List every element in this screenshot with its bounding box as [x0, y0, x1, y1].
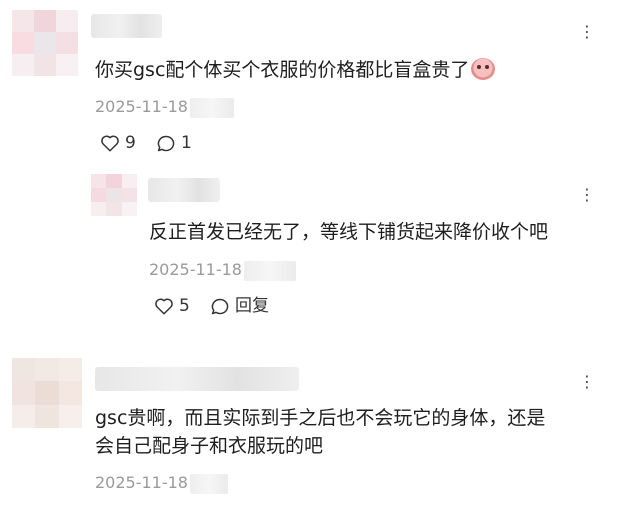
heart-icon: [101, 135, 119, 152]
timestamp: 2025-11-18: [149, 260, 296, 281]
username[interactable]: [91, 14, 162, 38]
comment-text: 你买gsc配个体买个衣服的价格都比盲盒贵了: [95, 56, 496, 84]
like-button[interactable]: 5: [154, 296, 190, 316]
reply-label: 回复: [235, 296, 269, 316]
time-blur: [243, 260, 296, 281]
like-count: 5: [179, 296, 190, 316]
comment-text: 反正首发已经无了，等线下铺货起来降价收个吧: [149, 218, 548, 246]
avatar[interactable]: [12, 358, 82, 428]
time-blur: [189, 473, 228, 494]
timestamp: 2025-11-18: [95, 473, 228, 494]
reply-button[interactable]: 1: [156, 133, 192, 153]
comment-line: 会自己配身子和衣服玩的吧: [95, 435, 324, 457]
avatar[interactable]: [91, 174, 137, 216]
time-blur: [189, 97, 234, 118]
timestamp: 2025-11-18: [95, 97, 234, 118]
more-options-button[interactable]: ⋮: [579, 187, 598, 203]
comment-body: 反正首发已经无了，等线下铺货起来降价收个吧: [149, 221, 549, 243]
reply-button[interactable]: 回复: [210, 296, 269, 316]
like-count: 9: [125, 133, 136, 153]
avatar[interactable]: [12, 10, 78, 76]
heart-icon: [155, 298, 173, 315]
more-options-button[interactable]: ⋮: [579, 24, 598, 40]
comment-bubble-icon: [211, 298, 229, 314]
like-button[interactable]: 9: [100, 133, 136, 153]
comment-text: gsc贵啊，而且实际到手之后也不会玩它的身体，还是 会自己配身子和衣服玩的吧: [95, 404, 545, 460]
more-options-button[interactable]: ⋮: [579, 374, 598, 390]
crying-face-sticker-icon: [471, 58, 496, 80]
comment-bubble-icon: [157, 135, 175, 151]
username[interactable]: [148, 178, 220, 202]
comment-line: gsc贵啊，而且实际到手之后也不会玩它的身体，还是: [95, 407, 546, 429]
comment-body: 你买gsc配个体买个衣服的价格都比盲盒贵了: [95, 59, 470, 81]
reply-count: 1: [181, 133, 192, 153]
username[interactable]: [95, 367, 299, 391]
